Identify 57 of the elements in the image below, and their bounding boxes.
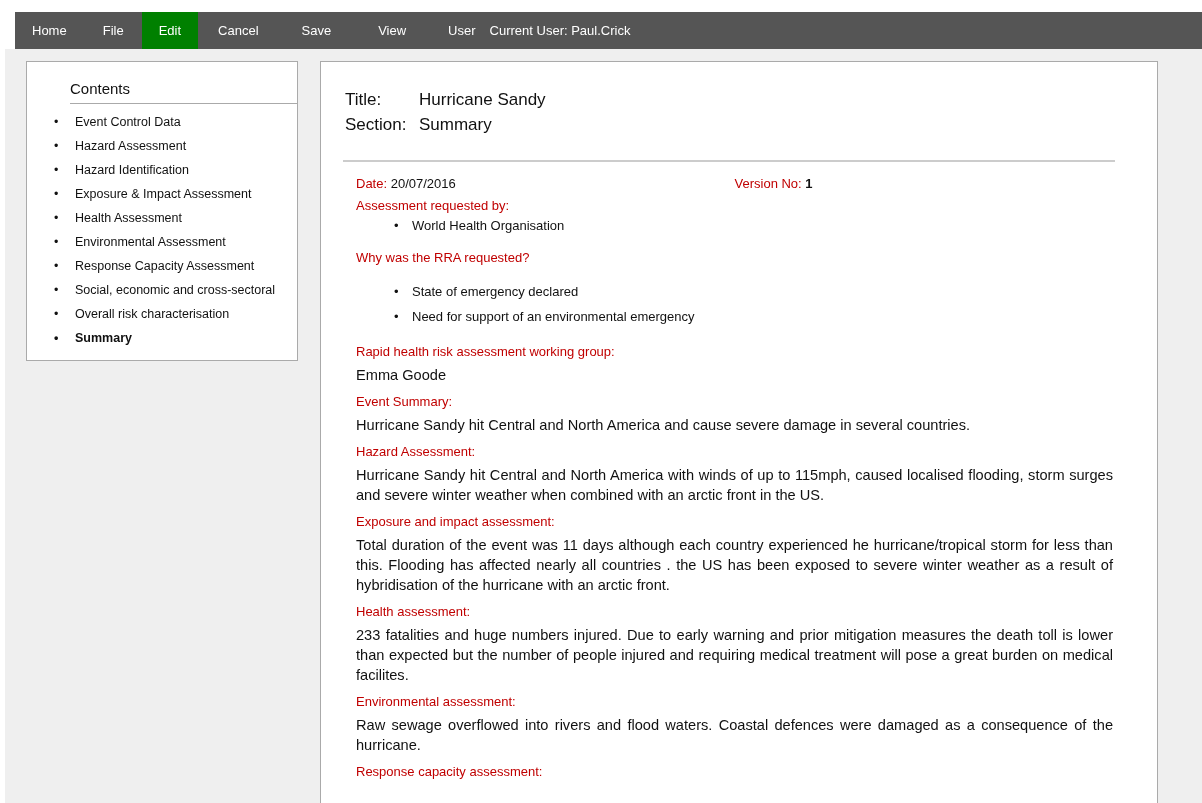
section-heading: Hazard Assessment: [356,444,477,459]
contents-link[interactable]: Health Assessment [75,206,182,230]
section-heading: Why was the RRA requested? [356,250,531,265]
section-heading: Environmental assessment: [356,694,517,709]
title-label: Title: [345,89,383,111]
section-heading: Event Summary: [356,394,454,409]
version-label: Version No: [734,176,802,191]
bullet: • [54,186,60,203]
contents-title: Contents [70,80,297,104]
bullet: • [54,258,60,275]
menu-item[interactable]: Edit [141,12,199,49]
bullet: • [54,138,60,155]
current-user: Current User: Paul.Crick [489,23,631,38]
section-text: Total duration of the event was 11 days although each country experienced he hurricane/tropical storm for less than this. Flooding has affected nearly all countries . the US has been exposed to severe winter weather as a result of hybridisation of the hurricane with an arctic front. [356,536,1113,595]
section-heading: Health assessment: [356,604,472,619]
bullet: • [394,308,400,326]
menu-item[interactable]: Cancel [198,12,279,49]
bullet: • [54,330,60,347]
title-value: Hurricane Sandy [419,90,546,109]
menu-item[interactable]: View [355,12,431,49]
contents-link[interactable]: Social, economic and cross-sectoral [75,278,276,302]
section-heading: Rapid health risk assessment working group: [356,344,616,359]
bullet: • [54,306,60,323]
contents-link[interactable]: Event Control Data [75,110,181,134]
section-text: 233 fatalities and huge numbers injured. Due to early warning and prior mitigation measures the death toll is lower than expected but the number of people injured and requiring medical treatment will pose a great burden on medical facilites. [356,626,1113,685]
menu-item[interactable]: Home [15,12,85,49]
contents-link[interactable]: Hazard Assessment [75,134,187,158]
bullet: • [394,283,400,301]
contents-link[interactable]: Exposure & Impact Assessment [75,182,252,206]
bullet: • [54,234,60,251]
bullet: • [54,210,60,227]
contents-link[interactable]: Overall risk characterisation [75,302,230,326]
section-text: Emma Goode [356,366,448,385]
section-label: Section: [345,114,408,136]
contents-link[interactable]: Environmental Assessment [75,230,226,254]
contents-link[interactable]: Summary [75,326,132,350]
list-item: Need for support of an environmental emergency [412,308,695,326]
section-heading: Response capacity assessment: [356,764,544,779]
bullet: • [54,114,60,131]
section-heading: Assessment requested by: [356,198,511,213]
version-value: 1 [805,176,813,191]
list-item: World Health Organisation [412,217,565,235]
list-item: State of emergency declared [412,283,579,301]
section-text: Raw sewage overflowed into rivers and flood waters. Coastal defences were damaged as a consequence of the hurricane. [356,716,1113,755]
section-text: Hurricane Sandy hit Central and North America with winds of up to 115mph, caused localised flooding, storm surges and severe winter weather when combined with an arctic front in the US. [356,466,1113,505]
contents-link[interactable]: Response Capacity Assessment [75,254,255,278]
bullet: • [394,217,400,235]
section-heading: Exposure and impact assessment: [356,514,556,529]
contents-link[interactable]: Hazard Identification [75,158,189,182]
section-value: Summary [419,115,492,134]
menu-item[interactable]: Save [278,12,356,49]
date-label: Date: [356,176,388,191]
bullet: • [54,282,60,299]
date-value: 20/07/2016 [390,176,456,191]
bullet: • [54,162,60,179]
menu-item[interactable]: File [84,12,142,49]
section-text: Hurricane Sandy hit Central and North America and cause severe damage in several countries. [356,416,972,435]
